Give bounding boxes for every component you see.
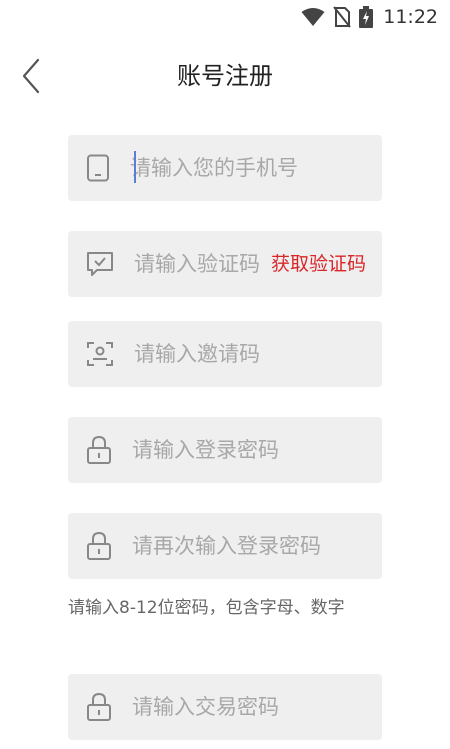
invite-field-container <box>68 321 402 387</box>
message-check-icon <box>86 250 114 278</box>
status-time: 11:22 <box>383 6 438 28</box>
no-sim-icon <box>333 6 352 28</box>
password-field-container <box>68 417 400 483</box>
battery-charging-icon <box>359 6 374 28</box>
id-card-icon <box>86 340 114 368</box>
password-input[interactable] <box>132 417 400 483</box>
wifi-icon <box>301 8 325 26</box>
lock-icon <box>86 692 112 721</box>
password-hint: 请输入8-12位密码，包含字母、数字 <box>68 598 345 618</box>
top-bar: 账号注册 <box>0 48 450 98</box>
phone-input[interactable] <box>130 135 398 201</box>
invite-code-input[interactable] <box>134 321 402 387</box>
trade-password-input[interactable] <box>132 674 400 740</box>
confirm-password-input[interactable] <box>132 513 400 579</box>
text-cursor <box>134 151 136 183</box>
page-title: 账号注册 <box>177 62 273 90</box>
code-field-container: 获取验证码 <box>68 231 450 297</box>
status-icons: 11:22 <box>301 6 438 28</box>
trade-password-field-container <box>68 674 400 740</box>
get-code-button[interactable]: 获取验证码 <box>271 231 366 297</box>
phone-field-container <box>68 135 398 201</box>
phone-icon <box>86 154 110 182</box>
lock-icon <box>86 531 112 560</box>
confirm-password-field-container <box>68 513 400 579</box>
status-bar: 11:22 <box>0 0 450 36</box>
lock-icon <box>86 435 112 464</box>
